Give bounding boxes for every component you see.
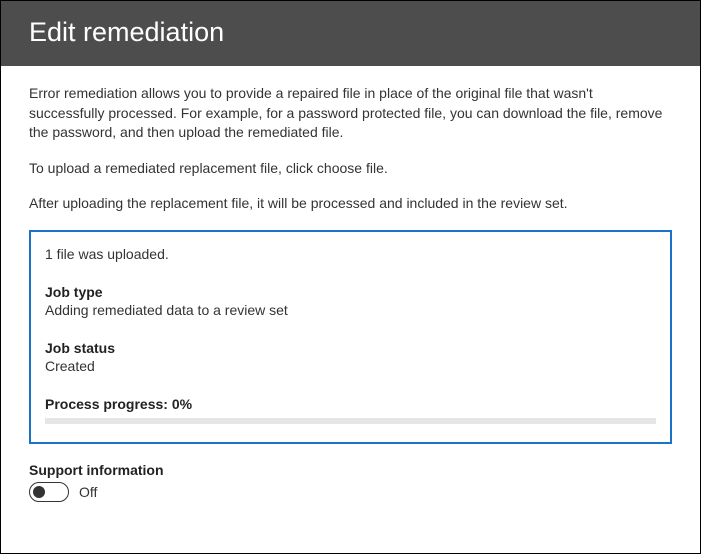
progress-label: Process progress: 0% [45,396,656,412]
support-label: Support information [29,462,672,478]
panel-content: Error remediation allows you to provide … [1,66,700,512]
job-status-value: Created [45,358,656,374]
progress-bar [45,418,656,424]
support-toggle[interactable] [29,482,69,502]
support-toggle-state: Off [79,484,97,500]
panel-header: Edit remediation [1,1,700,66]
intro-paragraph-2: To upload a remediated replacement file,… [29,159,672,179]
job-status-label: Job status [45,340,656,356]
intro-paragraph-3: After uploading the replacement file, it… [29,194,672,214]
support-toggle-row: Off [29,482,672,502]
upload-status-box: 1 file was uploaded. Job type Adding rem… [29,230,672,444]
toggle-knob [33,486,45,498]
upload-message: 1 file was uploaded. [45,246,656,262]
page-title: Edit remediation [29,17,672,48]
edit-remediation-panel: Edit remediation Error remediation allow… [0,0,701,554]
job-type-group: Job type Adding remediated data to a rev… [45,284,656,318]
intro-paragraph-1: Error remediation allows you to provide … [29,84,672,143]
job-status-group: Job status Created [45,340,656,374]
job-type-value: Adding remediated data to a review set [45,302,656,318]
progress-group: Process progress: 0% [45,396,656,424]
job-type-label: Job type [45,284,656,300]
support-section: Support information Off [29,462,672,502]
